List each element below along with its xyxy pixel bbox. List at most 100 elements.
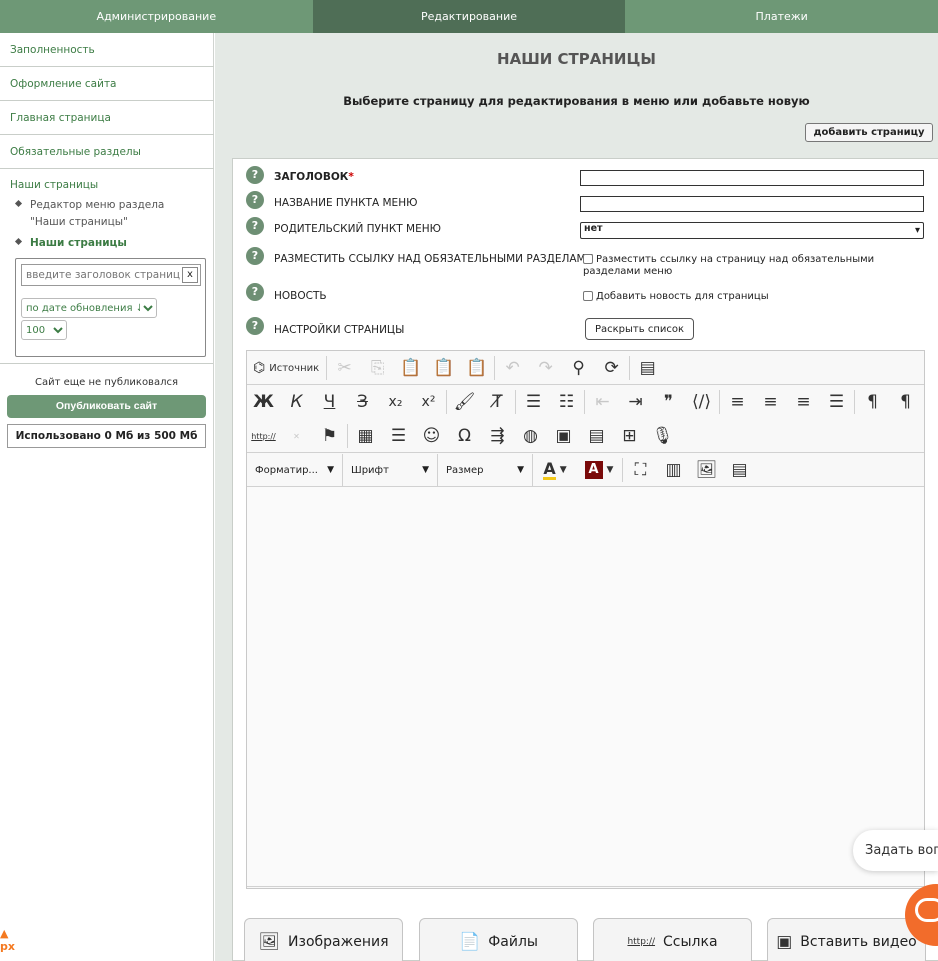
page-break-button[interactable]: ⇶: [481, 421, 514, 451]
help-icon[interactable]: ?: [246, 217, 264, 235]
help-icon[interactable]: ?: [246, 191, 264, 209]
bold-button[interactable]: Ж: [247, 387, 280, 417]
indent-icon: ⇥: [628, 392, 643, 412]
justify-button[interactable]: ☰: [820, 387, 853, 417]
files-button[interactable]: 📄 Файлы: [419, 918, 578, 961]
menu-name-field[interactable]: [580, 196, 924, 212]
show-blocks-button[interactable]: ▥: [657, 455, 690, 485]
toolbar-divider: [854, 390, 855, 414]
publish-site-button[interactable]: Опубликовать сайт: [7, 395, 206, 418]
document-button[interactable]: ▤: [723, 455, 756, 485]
plus-box-icon: ⊞: [622, 426, 637, 446]
text-color-button[interactable]: A ▼: [533, 455, 577, 485]
toolbar-divider: [584, 390, 585, 414]
copy-icon: ⎘: [370, 358, 385, 378]
font-dropdown[interactable]: Шрифт ▼: [343, 454, 438, 486]
expand-list-button[interactable]: Раскрыть список: [585, 318, 694, 340]
sidebar-item-home-page[interactable]: Главная страница: [0, 101, 214, 135]
strike-button[interactable]: З: [346, 387, 379, 417]
ask-question-bubble[interactable]: Задать вопрос: [853, 830, 938, 871]
source-button[interactable]: ⌬ Источник: [247, 353, 325, 383]
indent-button[interactable]: ⇥: [619, 387, 652, 417]
sidebar-subitem-our-pages[interactable]: Наши страницы: [10, 235, 203, 252]
blockquote-button[interactable]: ❞: [652, 387, 685, 417]
news-checkbox[interactable]: [583, 291, 593, 301]
audio-button[interactable]: 🎙: [646, 421, 679, 451]
iframe-button[interactable]: ◍: [514, 421, 547, 451]
page-count-select[interactable]: 100: [21, 320, 67, 340]
special-char-button[interactable]: Ω: [448, 421, 481, 451]
help-icon[interactable]: ?: [246, 317, 264, 335]
help-icon[interactable]: ?: [246, 166, 264, 184]
rtl-button[interactable]: ¶: [889, 387, 922, 417]
align-center-button[interactable]: ≡: [754, 387, 787, 417]
remove-format-button[interactable]: T̸: [481, 387, 514, 417]
diamond-bullet-icon: [14, 199, 23, 208]
italic-button[interactable]: К: [280, 387, 313, 417]
insert-block-button[interactable]: ⊞: [613, 421, 646, 451]
video-embed-button[interactable]: ▣: [547, 421, 580, 451]
link-insert-button[interactable]: http:// Ссылка: [593, 918, 752, 961]
toolbar-divider: [622, 458, 623, 482]
size-dropdown[interactable]: Размер ▼: [438, 454, 533, 486]
align-right-button[interactable]: ≡: [787, 387, 820, 417]
replace-button[interactable]: ⟳: [595, 353, 628, 383]
form-button[interactable]: ▤: [580, 421, 613, 451]
page-search-input[interactable]: [22, 265, 184, 285]
paste-button[interactable]: 📋: [394, 353, 427, 383]
ltr-button[interactable]: ¶: [856, 387, 889, 417]
place-link-checkbox[interactable]: [583, 254, 593, 264]
bulleted-list-button[interactable]: ☷: [550, 387, 583, 417]
redo-button[interactable]: ↷: [529, 353, 562, 383]
paste-word-icon: 📋: [466, 358, 488, 378]
bold-glyph: Ж: [253, 392, 274, 412]
justify-icon: ☰: [828, 392, 845, 412]
align-left-button[interactable]: ≡: [721, 387, 754, 417]
add-page-button[interactable]: добавить страницу: [805, 123, 933, 142]
help-icon[interactable]: ?: [246, 247, 264, 265]
link-button[interactable]: http://: [247, 421, 280, 451]
undo-button[interactable]: ↶: [496, 353, 529, 383]
sidebar-subitem-menu-editor[interactable]: Редактор меню раздела "Наши страницы": [10, 197, 203, 231]
parent-menu-value: нет: [584, 223, 603, 234]
tab-payments[interactable]: Платежи: [625, 0, 938, 33]
maximize-button[interactable]: ⛶: [624, 455, 657, 485]
templates-button[interactable]: ▤: [631, 353, 664, 383]
paste-text-button[interactable]: 📋: [427, 353, 460, 383]
clear-search-button[interactable]: x: [182, 267, 198, 283]
sort-select[interactable]: по дате обновления ↓: [21, 298, 157, 318]
format-dropdown[interactable]: Форматир... ▼: [247, 454, 343, 486]
unlink-button[interactable]: ✕: [280, 421, 313, 451]
bg-color-button[interactable]: A ▼: [577, 455, 621, 485]
copy-format-button[interactable]: 🖌: [448, 387, 481, 417]
images-button[interactable]: 🖼 Изображения: [244, 918, 403, 961]
subscript-button[interactable]: x₂: [379, 387, 412, 417]
sidebar-item-our-pages[interactable]: Наши страницы: [10, 179, 203, 191]
tab-administration[interactable]: Администрирование: [0, 0, 313, 33]
parent-menu-select[interactable]: нет ▾: [580, 222, 924, 239]
image-button[interactable]: 🖼: [690, 455, 723, 485]
horizontal-rule-button[interactable]: ☰: [382, 421, 415, 451]
paste-word-button[interactable]: 📋: [460, 353, 493, 383]
copy-button[interactable]: ⎘: [361, 353, 394, 383]
underline-button[interactable]: Ч: [313, 387, 346, 417]
place-link-option: Разместить ссылку на страницу над обязат…: [583, 254, 923, 278]
find-button[interactable]: ⚲: [562, 353, 595, 383]
sidebar-item-occupancy[interactable]: Заполненность: [0, 33, 214, 67]
sidebar-item-required-sections[interactable]: Обязательные разделы: [0, 135, 214, 169]
anchor-button[interactable]: ⚑: [313, 421, 346, 451]
help-icon[interactable]: ?: [246, 283, 264, 301]
cut-button[interactable]: ✂: [328, 353, 361, 383]
tab-editing[interactable]: Редактирование: [312, 0, 626, 33]
superscript-button[interactable]: x²: [412, 387, 445, 417]
heading-field[interactable]: [580, 170, 924, 186]
editor-content-area[interactable]: [247, 487, 924, 887]
div-container-button[interactable]: ⟨/⟩: [685, 387, 718, 417]
numbered-list-button[interactable]: ☰: [517, 387, 550, 417]
sidebar-item-design[interactable]: Оформление сайта: [0, 67, 214, 101]
outdent-button[interactable]: ⇤: [586, 387, 619, 417]
table-button[interactable]: ▦: [349, 421, 382, 451]
source-label: Источник: [269, 362, 320, 374]
smiley-button[interactable]: ☺: [415, 421, 448, 451]
insert-video-button[interactable]: ▣ Вставить видео: [767, 918, 926, 961]
